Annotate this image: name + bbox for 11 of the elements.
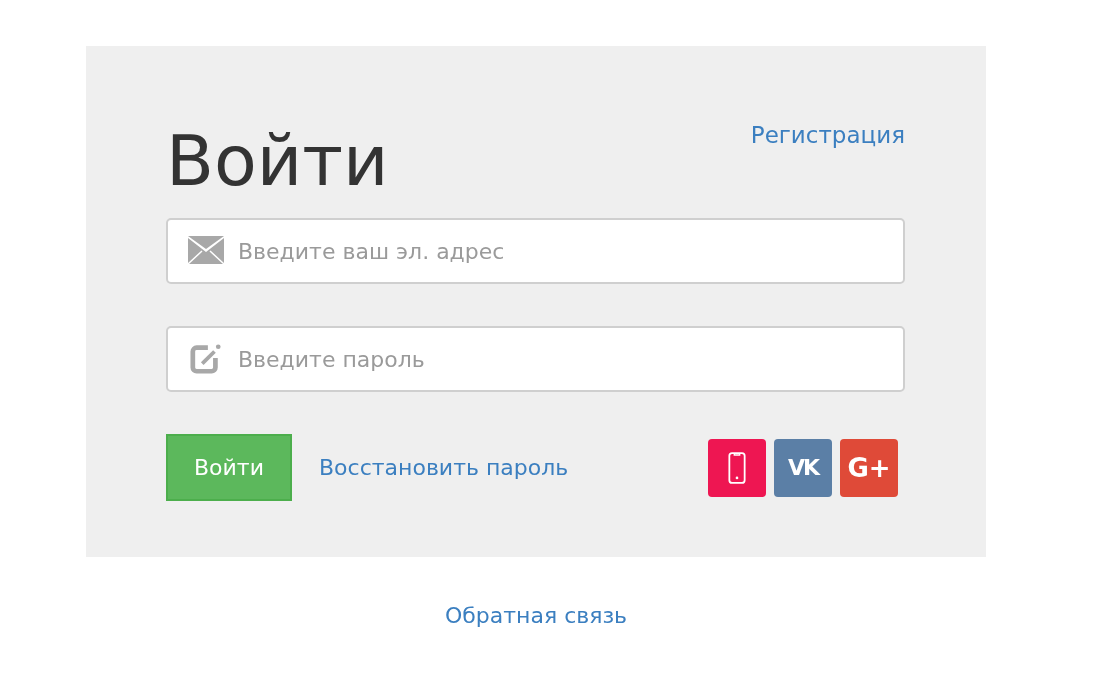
google-plus-login-button[interactable]: G+ [840, 438, 898, 497]
register-link[interactable]: Регистрация [750, 122, 905, 148]
phone-icon [728, 450, 746, 485]
recover-password-link[interactable]: Восстановить пароль [319, 455, 569, 480]
feedback-link[interactable]: Обратная связь [444, 603, 628, 628]
phone-login-button[interactable] [708, 438, 766, 497]
login-button[interactable]: Войти [166, 434, 292, 501]
page-title: Войти [166, 120, 389, 202]
vk-login-button[interactable]: VK [774, 438, 832, 497]
email-field[interactable]: Введите ваш эл. адрес [166, 218, 905, 284]
password-field[interactable]: Введите пароль [166, 326, 905, 392]
